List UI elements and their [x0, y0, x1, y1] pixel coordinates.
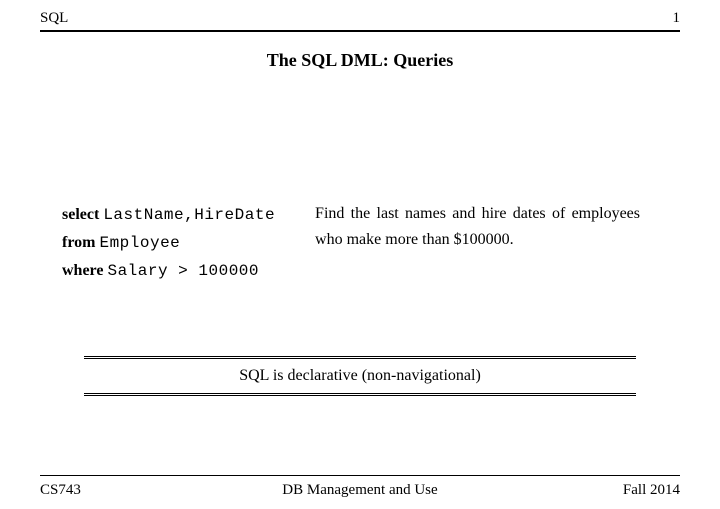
- code-where-cond: Salary > 100000: [107, 262, 259, 280]
- sql-query-block: select LastName,HireDate from Employee w…: [62, 201, 275, 286]
- query-line-select: select LastName,HireDate: [62, 201, 275, 229]
- callout-box: SQL is declarative (non-navigational): [84, 356, 636, 396]
- footer-course-title: DB Management and Use: [282, 482, 437, 499]
- content-area: select LastName,HireDate from Employee w…: [40, 71, 680, 467]
- footer-term: Fall 2014: [623, 482, 680, 499]
- keyword-from: from: [62, 234, 95, 251]
- query-description: Find the last names and hire dates of em…: [315, 201, 658, 286]
- footer-area: CS743 DB Management and Use Fall 2014: [40, 467, 680, 509]
- slide-page: SQL 1 The SQL DML: Queries select LastNa…: [0, 0, 720, 509]
- footer-course-code: CS743: [40, 482, 81, 499]
- query-line-from: from Employee: [62, 229, 275, 257]
- keyword-where: where: [62, 262, 103, 279]
- code-from-table: Employee: [99, 234, 180, 252]
- footer-row: CS743 DB Management and Use Fall 2014: [40, 476, 680, 509]
- keyword-select: select: [62, 206, 99, 223]
- query-line-where: where Salary > 100000: [62, 257, 275, 285]
- callout-text: SQL is declarative (non-navigational): [239, 367, 481, 384]
- slide-title: The SQL DML: Queries: [40, 50, 680, 71]
- two-column-layout: select LastName,HireDate from Employee w…: [40, 201, 680, 286]
- header-page-number: 1: [673, 10, 681, 27]
- header-left: SQL: [40, 10, 68, 27]
- header-row: SQL 1: [40, 10, 680, 32]
- code-select-cols: LastName,HireDate: [103, 206, 275, 224]
